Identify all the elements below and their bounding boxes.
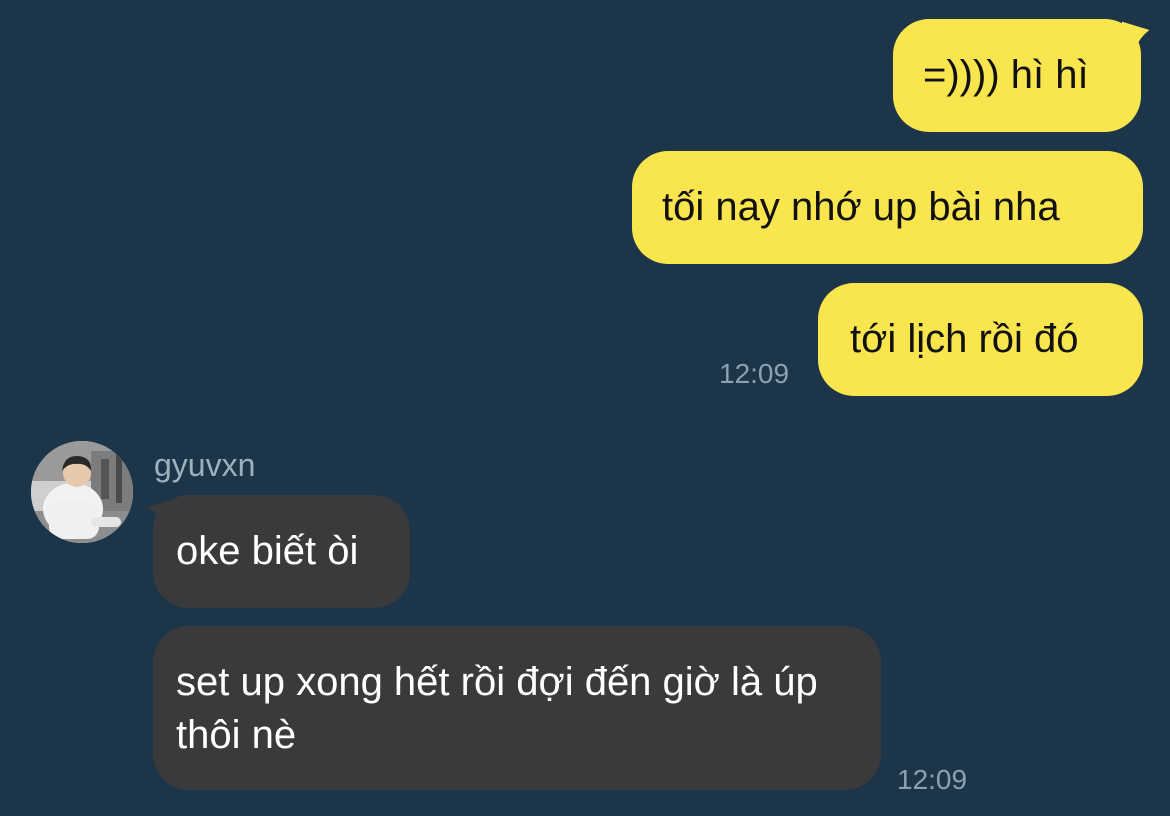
- message-text: tới lịch rồi đó: [850, 317, 1079, 361]
- outgoing-message[interactable]: tối nay nhớ up bài nha: [632, 151, 1143, 264]
- message-timestamp: 12:09: [719, 358, 790, 389]
- message-timestamp: 12:09: [897, 764, 968, 795]
- sender-name: gyuvxn: [154, 447, 256, 483]
- message-text: oke biết òi: [176, 529, 359, 573]
- profile-photo-icon: [31, 441, 133, 543]
- message-text: set up xong hết rồi đợi đến giờ là úp th…: [176, 660, 818, 757]
- message-text: =)))) hì hì: [923, 53, 1089, 97]
- outgoing-message[interactable]: tới lịch rồi đó: [818, 283, 1143, 396]
- incoming-message[interactable]: oke biết òi: [153, 495, 410, 608]
- outgoing-message[interactable]: =)))) hì hì: [893, 19, 1141, 132]
- sender-avatar[interactable]: [31, 441, 133, 543]
- message-text: tối nay nhớ up bài nha: [662, 185, 1060, 229]
- incoming-message[interactable]: set up xong hết rồi đợi đến giờ là úp th…: [153, 626, 881, 790]
